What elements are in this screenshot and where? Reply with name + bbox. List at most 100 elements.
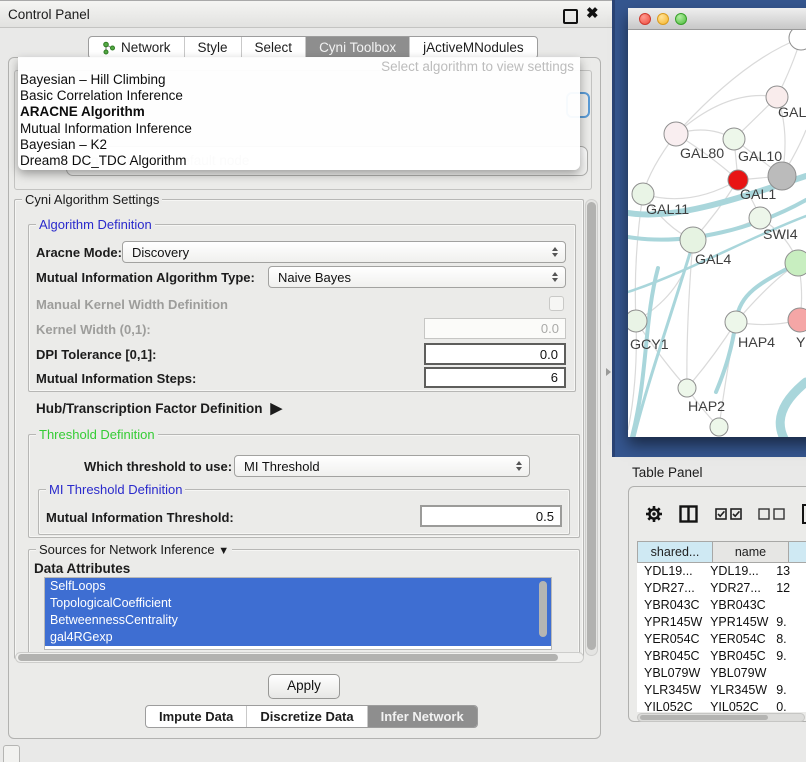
network-canvas[interactable]: GALGAL80GAL10GAL1GAL11SWI4GAL4GCY1HAP4YH… [628, 30, 806, 437]
algorithm-option-bayesian-hill-climbing[interactable]: Bayesian – Hill Climbing [20, 72, 578, 88]
sources-group-title: Sources for Network Inference ▼ [36, 542, 232, 557]
table-cell: YBR045C [703, 648, 769, 665]
network-node-hap4[interactable] [725, 311, 747, 333]
table-row[interactable]: YIL052CYIL052C0. [637, 699, 806, 712]
panel-resize-marker-icon[interactable] [606, 368, 611, 376]
tab-style[interactable]: Style [185, 37, 242, 58]
table-horizontal-scrollbar[interactable] [637, 713, 805, 722]
network-node-gal10[interactable] [723, 128, 745, 150]
tab-discretize-data[interactable]: Discretize Data [247, 706, 367, 727]
tab-select[interactable]: Select [242, 37, 307, 58]
kernel-width-field[interactable]: 0.0 [424, 318, 566, 339]
tab-label: Select [255, 40, 293, 55]
table-row[interactable]: YLR345WYLR345W9. [637, 682, 806, 699]
table-row[interactable]: YDL19...YDL19...13 [637, 563, 806, 580]
network-node-y[interactable] [788, 308, 806, 332]
network-node-gcy1[interactable] [628, 310, 647, 332]
minimize-traffic-light-icon[interactable] [657, 13, 669, 25]
mi-type-combo[interactable]: Naive Bayes [268, 266, 566, 288]
deselect-all-icon[interactable] [758, 508, 785, 520]
collapse-down-icon[interactable]: ▼ [218, 545, 229, 557]
table-cell: YBR045C [637, 648, 703, 665]
node-label-gal4: GAL4 [695, 252, 731, 268]
kernel-width-value: 0.0 [425, 321, 565, 336]
tab-label: Impute Data [159, 709, 233, 724]
table-cell: 9. [769, 648, 806, 665]
tab-label: Style [198, 40, 228, 55]
network-node-hap2[interactable] [678, 379, 696, 397]
which-threshold-combo[interactable]: MI Threshold [234, 455, 530, 477]
mi-steps-label: Mutual Information Steps: [36, 371, 196, 386]
hub-definition-expander[interactable]: Hub/Transcription Factor Definition▶ [36, 399, 282, 417]
aracne-mode-combo[interactable]: Discovery [122, 241, 566, 263]
network-node[interactable] [785, 250, 806, 276]
network-node[interactable] [768, 162, 796, 190]
attribute-item-selfloops[interactable]: SelfLoops [45, 578, 551, 595]
mi-steps-field[interactable]: 6 [424, 367, 566, 388]
tab-infer-network[interactable]: Infer Network [368, 706, 477, 727]
table-row[interactable]: YBL079WYBL079W [637, 665, 806, 682]
table-row[interactable]: YDR27...YDR27...12 [637, 580, 806, 597]
table-cell: 13 [769, 563, 806, 580]
node-table-header: shared...nameA [637, 541, 806, 563]
tab-label: Cyni Toolbox [319, 40, 396, 55]
algorithm-option-bayesian-k2[interactable]: Bayesian – K2 [20, 137, 578, 153]
network-node[interactable] [710, 418, 728, 436]
table-row[interactable]: YER054CYER054C8. [637, 631, 806, 648]
expand-right-icon[interactable]: ▶ [271, 400, 283, 417]
settings-horizontal-scrollbar[interactable] [15, 652, 584, 663]
tab-label: jActiveMNodules [423, 40, 524, 55]
column-header-shared[interactable]: shared... [637, 541, 713, 563]
file-icon[interactable] [801, 503, 806, 525]
attribute-item-betweennesscentrality[interactable]: BetweennessCentrality [45, 612, 551, 629]
table-row[interactable]: YBR043CYBR043C [637, 597, 806, 614]
columns-icon[interactable] [679, 505, 699, 523]
algorithm-option-dream8-dc-tdc-algorithm[interactable]: Dream8 DC_TDC Algorithm [20, 153, 578, 169]
tab-jactivemnodules[interactable]: jActiveMNodules [410, 37, 537, 58]
table-cell: 9. [769, 682, 806, 699]
table-cell: YIL052C [637, 699, 703, 712]
network-node-gal4[interactable] [680, 227, 706, 253]
network-node-gal80[interactable] [664, 122, 688, 146]
table-cell [769, 665, 806, 682]
panel-grip[interactable] [3, 745, 20, 762]
settings-vertical-scrollbar[interactable] [585, 199, 598, 656]
tab-impute-data[interactable]: Impute Data [146, 706, 247, 727]
table-panel-title: Table Panel [632, 465, 703, 480]
list-scrollbar[interactable] [539, 581, 547, 637]
tab-cyni-toolbox[interactable]: Cyni Toolbox [306, 37, 410, 58]
table-cell: YDR27... [637, 580, 703, 597]
attribute-item-topologicalcoefficient[interactable]: TopologicalCoefficient [45, 595, 551, 612]
network-node[interactable] [789, 30, 806, 50]
close-icon[interactable]: ✖ [586, 4, 599, 22]
network-node-swi4[interactable] [749, 207, 771, 229]
node-label-gal10: GAL10 [738, 149, 782, 165]
network-edge-highlighted [780, 382, 806, 437]
select-all-icon[interactable] [715, 508, 742, 520]
attribute-item-gal4rgexp[interactable]: gal4RGexp [45, 629, 551, 646]
manual-kernel-checkbox[interactable] [549, 296, 564, 311]
table-row[interactable]: YBR045CYBR045C9. [637, 648, 806, 665]
node-label-hap4: HAP4 [738, 335, 775, 351]
algorithm-option-aracne-algorithm[interactable]: ARACNE Algorithm [20, 104, 578, 120]
tab-network[interactable]: Network [89, 37, 185, 58]
close-traffic-light-icon[interactable] [639, 13, 651, 25]
algorithm-option-basic-correlation-inference[interactable]: Basic Correlation Inference [20, 88, 578, 104]
column-header-name[interactable]: name [713, 541, 789, 563]
aracne-mode-value: Discovery [123, 245, 552, 260]
gear-icon[interactable] [645, 505, 663, 523]
mi-threshold-label: Mutual Information Threshold: [46, 510, 234, 525]
table-row[interactable]: YPR145WYPR145W9. [637, 614, 806, 631]
column-header-a[interactable]: A [789, 541, 806, 563]
network-window-titlebar[interactable] [628, 8, 806, 30]
algorithm-option-mutual-information-inference[interactable]: Mutual Information Inference [20, 121, 578, 137]
zoom-traffic-light-icon[interactable] [675, 13, 687, 25]
float-window-icon[interactable] [563, 9, 578, 24]
data-attributes-list[interactable]: SelfLoopsTopologicalCoefficientBetweenne… [44, 577, 552, 650]
apply-button[interactable]: Apply [268, 674, 340, 699]
mi-threshold-field[interactable]: 0.5 [420, 505, 562, 527]
network-edge [643, 180, 738, 199]
dpi-tolerance-field[interactable]: 0.0 [424, 343, 566, 365]
network-edge [636, 240, 693, 321]
table-cell: YLR345W [703, 682, 769, 699]
